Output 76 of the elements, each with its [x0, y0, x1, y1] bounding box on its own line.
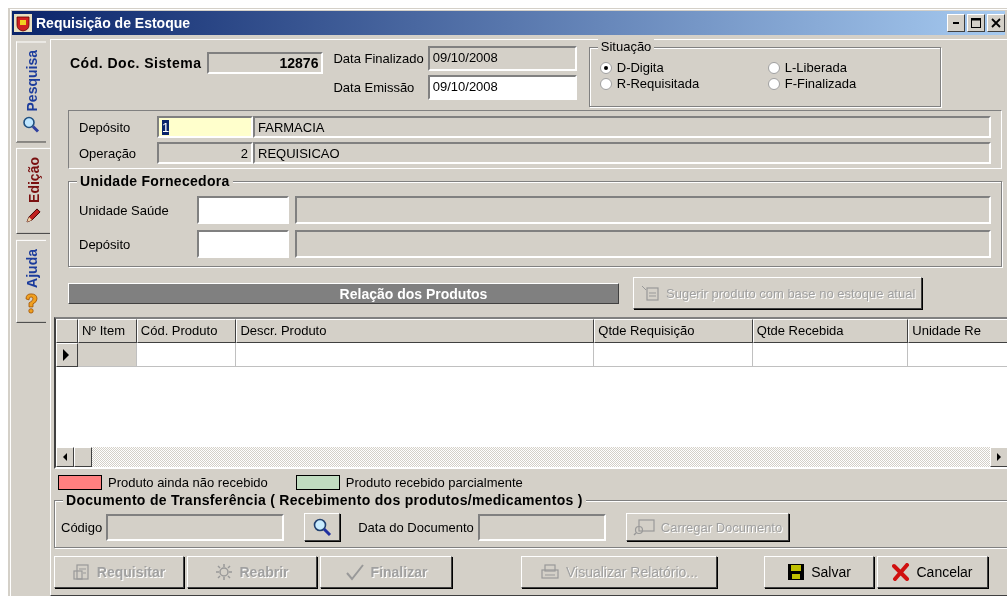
field-label: Data Finalizado	[333, 51, 424, 66]
side-tab[interactable]: Pesquisa	[16, 41, 46, 143]
scroll-left-button[interactable]	[56, 447, 74, 467]
horizontal-scrollbar[interactable]	[56, 447, 1007, 467]
column-header[interactable]: Cód. Produto	[136, 319, 237, 343]
date-field[interactable]: 09/10/2008	[427, 75, 577, 100]
radio-button[interactable]	[767, 61, 780, 74]
action-button[interactable]: Cancelar	[877, 556, 988, 588]
pencil-icon	[24, 207, 43, 226]
left-arrow-icon	[62, 453, 68, 461]
maximize-button[interactable]	[967, 14, 985, 32]
column-header[interactable]: Qtde Recebida	[752, 319, 909, 343]
document-icon	[72, 563, 91, 581]
table-cell[interactable]	[752, 343, 909, 367]
table-cell[interactable]	[594, 343, 753, 367]
app-logo-icon	[14, 14, 32, 32]
current-row-icon	[62, 349, 70, 361]
field-label: Depósito	[79, 119, 132, 135]
scroll-thumb[interactable]	[74, 447, 92, 467]
legend-label: Produto ainda não recebido	[108, 475, 268, 490]
radio-label: D-Digita	[616, 60, 664, 75]
printer-icon	[540, 563, 560, 581]
minimize-button[interactable]	[947, 14, 965, 32]
field-label: Código	[61, 519, 103, 535]
table-cell[interactable]	[77, 343, 137, 367]
magnifier-icon	[22, 115, 41, 134]
name-field: FARMACIA	[253, 116, 991, 138]
code-field: 2	[157, 142, 253, 164]
column-header[interactable]: Unidade Re	[908, 319, 1007, 343]
column-header[interactable]: Nº Item	[77, 319, 137, 343]
name-field: REQUISICAO	[253, 142, 991, 164]
question-mark-icon	[22, 292, 41, 315]
input-field[interactable]	[197, 230, 289, 258]
scroll-right-button[interactable]	[990, 447, 1007, 467]
action-button[interactable]: Salvar	[764, 556, 874, 588]
field-label: Data Emissão	[333, 80, 416, 95]
side-tab[interactable]: Ajuda	[16, 240, 46, 324]
input-field[interactable]	[106, 513, 285, 541]
field-label: Operação	[79, 145, 138, 161]
document-icon	[640, 284, 660, 302]
field-label: Unidade Saúde	[79, 202, 170, 218]
group-title: Documento de Transferência ( Recebimento dos produtos/medicamentos )	[63, 492, 586, 508]
minimize-icon	[953, 22, 959, 24]
column-header[interactable]: Qtde Requisição	[594, 319, 753, 343]
radio-label: L-Liberada	[784, 60, 847, 75]
radio-button[interactable]	[599, 61, 612, 74]
field-label: Depósito	[79, 236, 132, 252]
field-label: Data do Documento	[358, 519, 474, 535]
search-button[interactable]	[304, 513, 341, 541]
cancel-icon	[892, 563, 911, 581]
monitor-magnifier-icon	[632, 518, 655, 536]
table-cell[interactable]	[236, 343, 595, 367]
search-icon	[312, 517, 333, 537]
code-field[interactable]: 1	[157, 116, 253, 138]
date-field: 09/10/2008	[427, 46, 577, 71]
close-button[interactable]	[987, 14, 1005, 32]
input-field[interactable]	[477, 513, 606, 541]
radio-button[interactable]	[767, 77, 780, 90]
group-title: Unidade Fornecedora	[77, 173, 233, 189]
radio-label: F-Finalizada	[784, 76, 857, 91]
doc-code-field: 12876	[207, 52, 324, 74]
column-header[interactable]: Descr. Produto	[236, 319, 595, 343]
legend-label: Produto recebido parcialmente	[345, 475, 523, 490]
input-field[interactable]	[197, 196, 289, 224]
check-icon	[344, 563, 365, 581]
field-label: Cód. Doc. Sistema	[70, 55, 202, 71]
radio-button[interactable]	[599, 77, 612, 90]
side-tab[interactable]: Edição	[16, 148, 50, 235]
maximize-icon	[971, 18, 981, 28]
group-title: Situação	[597, 39, 655, 55]
table-cell[interactable]	[136, 343, 237, 367]
close-icon	[991, 18, 1001, 28]
section-header: Relação dos Produtos	[68, 282, 619, 304]
right-arrow-icon	[996, 453, 1002, 461]
window-title: Requisição de Estoque	[36, 15, 191, 31]
radio-label: R-Requisitada	[616, 76, 700, 91]
